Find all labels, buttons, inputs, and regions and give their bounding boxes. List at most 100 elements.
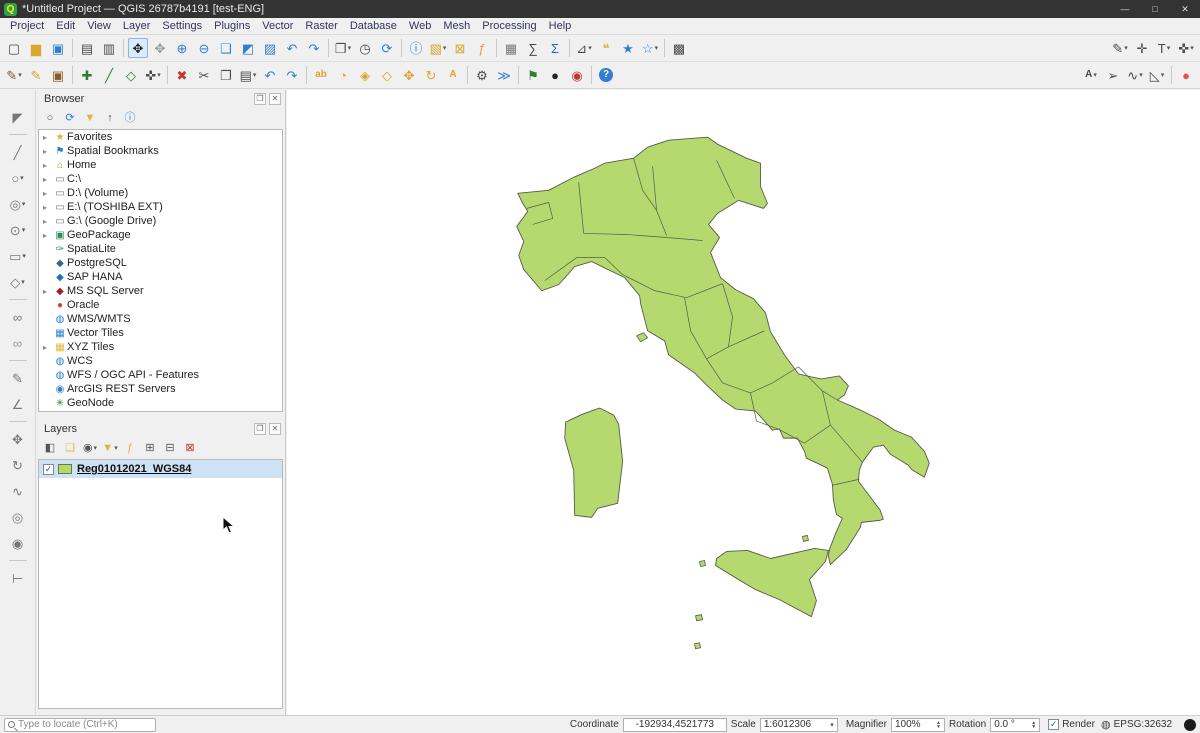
add-ring-icon[interactable]: ◎ — [8, 507, 28, 527]
zoom-out-icon[interactable]: ⊖ — [194, 38, 214, 58]
remove-layer-icon[interactable]: ⊠ — [181, 439, 199, 457]
text-format-icon[interactable]: A▾ — [1081, 65, 1101, 85]
polyline-tool-icon[interactable]: ∿▾ — [1125, 65, 1145, 85]
new-project-icon[interactable]: ▢ — [4, 38, 24, 58]
browser-refresh-icon[interactable]: ⟳ — [61, 109, 79, 127]
layer-diagram-icon[interactable]: ◔ — [333, 65, 353, 85]
map-canvas[interactable] — [287, 90, 1200, 715]
chevron-down-icon[interactable]: ▾ — [20, 174, 24, 182]
rotate-feature-icon[interactable]: ↻ — [8, 455, 28, 475]
browser-item-favorites[interactable]: ▸★Favorites — [39, 130, 282, 144]
zoom-to-selection-icon[interactable]: ◩ — [238, 38, 258, 58]
browser-item-spatial-bookmarks[interactable]: ▸⚑Spatial Bookmarks — [39, 144, 282, 158]
rotate-label-icon[interactable]: ↻ — [421, 65, 441, 85]
layer-item[interactable]: ✓Reg01012021_WGS84 — [39, 460, 282, 478]
undo-icon[interactable]: ↶ — [260, 65, 280, 85]
chevron-down-icon[interactable]: ▾ — [1139, 71, 1143, 79]
menu-database[interactable]: Database — [344, 19, 403, 33]
zoom-last-icon[interactable]: ↶ — [282, 38, 302, 58]
select-tool-icon[interactable]: ◤ — [8, 107, 28, 127]
scale-combo[interactable]: 1:6012306 ▾ — [760, 718, 838, 732]
cut-features-icon[interactable]: ✂ — [194, 65, 214, 85]
chevron-down-icon[interactable]: ▾ — [1124, 44, 1128, 52]
browser-item-arcgis-rest-servers[interactable]: ◉ArcGIS REST Servers — [39, 382, 282, 396]
zoom-full-icon[interactable]: ❏ — [216, 38, 236, 58]
chevron-down-icon[interactable]: ▾ — [114, 444, 118, 452]
chevron-down-icon[interactable]: ▾ — [22, 226, 26, 234]
browser-item-c[interactable]: ▸▭C:\ — [39, 172, 282, 186]
menu-plugins[interactable]: Plugins — [208, 19, 256, 33]
browser-item-geonode[interactable]: ✳GeoNode — [39, 396, 282, 410]
browser-properties-icon[interactable]: ⓘ — [121, 109, 139, 127]
browser-item-g-google-drive[interactable]: ▸▭G:\ (Google Drive) — [39, 214, 282, 228]
expand-arrow-icon[interactable]: ▸ — [43, 147, 53, 156]
magnifier-spinner[interactable]: 100% ▲▼ — [891, 718, 945, 732]
maximize-button[interactable]: □ — [1140, 0, 1170, 18]
copy-features-icon[interactable]: ❐ — [216, 65, 236, 85]
menu-raster[interactable]: Raster — [299, 19, 343, 33]
add-polygon-feature-icon[interactable]: ◇ — [121, 65, 141, 85]
layers-close-button[interactable]: ✕ — [269, 423, 281, 435]
browser-close-button[interactable]: ✕ — [269, 93, 281, 105]
pointer-tool-icon[interactable]: ➢ — [1103, 65, 1123, 85]
move-label-icon[interactable]: ✥ — [399, 65, 419, 85]
pan-map-icon[interactable]: ✥ — [128, 38, 148, 58]
chevron-down-icon[interactable]: ▾ — [443, 44, 447, 52]
chevron-down-icon[interactable]: ▾ — [588, 44, 592, 52]
new-map-view-icon[interactable]: ❐▾ — [333, 38, 353, 58]
locator-input[interactable] — [18, 719, 148, 730]
menu-mesh[interactable]: Mesh — [437, 19, 476, 33]
expand-arrow-icon[interactable]: ▸ — [43, 231, 53, 240]
expand-arrow-icon[interactable]: ▸ — [43, 203, 53, 212]
coordinate-value[interactable]: -192934,4521773 — [623, 718, 727, 732]
metasearch-icon[interactable]: ● — [545, 65, 565, 85]
move-feature-icon[interactable]: ✥ — [8, 429, 28, 449]
trim-extend-icon[interactable]: ⊢ — [8, 568, 28, 588]
delete-selected-icon[interactable]: ✖ — [172, 65, 192, 85]
deselect-features-icon[interactable]: ⊠ — [450, 38, 470, 58]
menu-project[interactable]: Project — [4, 19, 50, 33]
change-label-icon[interactable]: A — [443, 65, 463, 85]
chevron-down-icon[interactable]: ▾ — [1167, 44, 1171, 52]
processing-toolbox-icon[interactable]: ⚙ — [472, 65, 492, 85]
chevron-down-icon[interactable]: ▾ — [22, 252, 26, 260]
expand-arrow-icon[interactable]: ▸ — [43, 175, 53, 184]
python-console-icon[interactable]: ≫ — [494, 65, 514, 85]
chevron-down-icon[interactable]: ▾ — [655, 44, 659, 52]
chevron-down-icon[interactable]: ▾ — [253, 71, 257, 79]
browser-collapse-all-icon[interactable]: ↑ — [101, 109, 119, 127]
link-icon[interactable]: ∞ — [8, 307, 28, 327]
browser-item-vector-tiles[interactable]: ▦Vector Tiles — [39, 326, 282, 340]
map-tips-icon[interactable]: ❝ — [596, 38, 616, 58]
collapse-all-icon[interactable]: ⊟ — [161, 439, 179, 457]
grass-tools-icon[interactable]: ⚑ — [523, 65, 543, 85]
menu-web[interactable]: Web — [403, 19, 437, 33]
menu-help[interactable]: Help — [543, 19, 578, 33]
spinner-arrows-icon[interactable]: ▲▼ — [936, 721, 941, 729]
add-line-feature-icon[interactable]: ╱ — [99, 65, 119, 85]
menu-layer[interactable]: Layer — [117, 19, 157, 33]
browser-item-d-volume[interactable]: ▸▭D:\ (Volume) — [39, 186, 282, 200]
expand-arrow-icon[interactable]: ▸ — [43, 287, 53, 296]
unlink-icon[interactable]: ∞ — [8, 333, 28, 353]
zoom-in-icon[interactable]: ⊕ — [172, 38, 192, 58]
select-by-expression-icon[interactable]: ƒ — [472, 38, 492, 58]
browser-item-ms-sql-server[interactable]: ▸◆MS SQL Server — [39, 284, 282, 298]
messages-icon[interactable] — [1184, 719, 1196, 731]
menu-edit[interactable]: Edit — [50, 19, 81, 33]
highlight-pinned-labels-icon[interactable]: ◇ — [377, 65, 397, 85]
statistical-summary-icon[interactable]: Σ — [545, 38, 565, 58]
circle-2points-icon[interactable]: ○▾ — [8, 168, 28, 188]
annotation-tool-icon[interactable]: ✎ — [8, 368, 28, 388]
browser-item-oracle[interactable]: ●Oracle — [39, 298, 282, 312]
chevron-down-icon[interactable]: ▾ — [18, 71, 22, 79]
expand-arrow-icon[interactable]: ▸ — [43, 343, 53, 352]
paste-features-icon[interactable]: ▤▾ — [238, 65, 258, 85]
chevron-down-icon[interactable]: ▾ — [1093, 71, 1097, 79]
redo-icon[interactable]: ↷ — [282, 65, 302, 85]
browser-search-icon[interactable]: ○ — [41, 109, 59, 127]
menu-processing[interactable]: Processing — [476, 19, 542, 33]
pan-to-selection-icon[interactable]: ✥ — [150, 38, 170, 58]
spinner-arrows-icon[interactable]: ▲▼ — [1031, 721, 1036, 729]
open-attribute-table-icon[interactable]: ▦ — [501, 38, 521, 58]
